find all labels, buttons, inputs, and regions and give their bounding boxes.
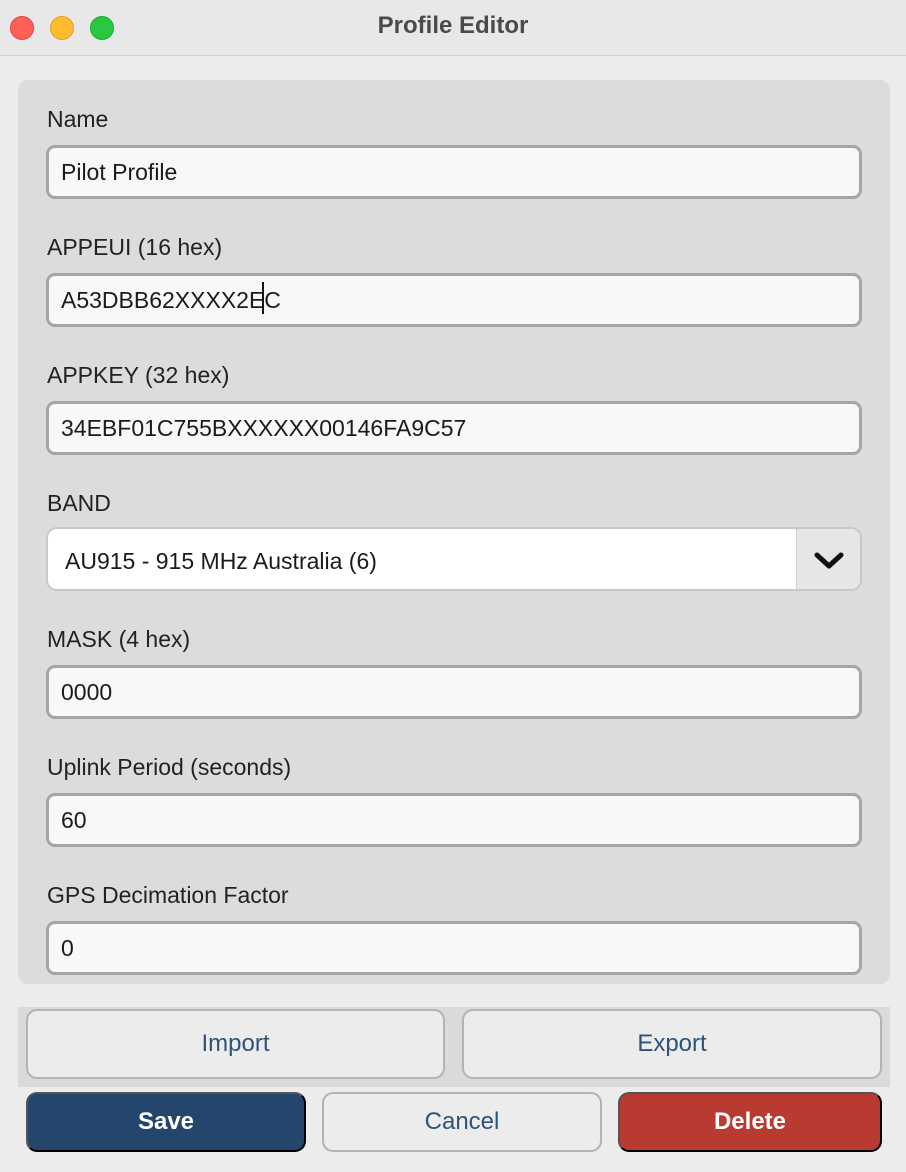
uplink-period-label: Uplink Period (seconds) xyxy=(47,754,292,780)
export-button[interactable]: Export xyxy=(462,1009,882,1079)
save-button[interactable]: Save xyxy=(26,1092,306,1152)
profile-editor-window: Profile Editor Name APPEUI (16 hex) APPK… xyxy=(0,0,906,1172)
chevron-down-icon xyxy=(814,552,844,569)
window-title: Profile Editor xyxy=(377,12,529,39)
name-field[interactable] xyxy=(46,145,862,199)
band-selected-value: AU915 - 915 MHz Australia (6) xyxy=(65,548,377,574)
band-select[interactable]: AU915 - 915 MHz Australia (6) xyxy=(46,527,862,591)
title-bar: Profile Editor xyxy=(0,0,906,56)
name-label: Name xyxy=(47,106,109,132)
uplink-period-field[interactable] xyxy=(46,793,862,847)
gps-decimation-label: GPS Decimation Factor xyxy=(47,882,289,908)
mask-field[interactable] xyxy=(46,665,862,719)
text-cursor xyxy=(262,282,264,314)
band-label: BAND xyxy=(47,490,111,516)
cancel-button[interactable]: Cancel xyxy=(322,1092,602,1152)
appeui-label: APPEUI (16 hex) xyxy=(47,234,223,260)
appkey-field[interactable] xyxy=(46,401,862,455)
import-button[interactable]: Import xyxy=(26,1009,445,1079)
mask-label: MASK (4 hex) xyxy=(47,626,191,652)
gps-decimation-field[interactable] xyxy=(46,921,862,975)
appeui-field[interactable] xyxy=(46,273,862,327)
appkey-label: APPKEY (32 hex) xyxy=(47,362,230,388)
band-dropdown-button[interactable] xyxy=(796,529,860,589)
delete-button[interactable]: Delete xyxy=(618,1092,882,1152)
